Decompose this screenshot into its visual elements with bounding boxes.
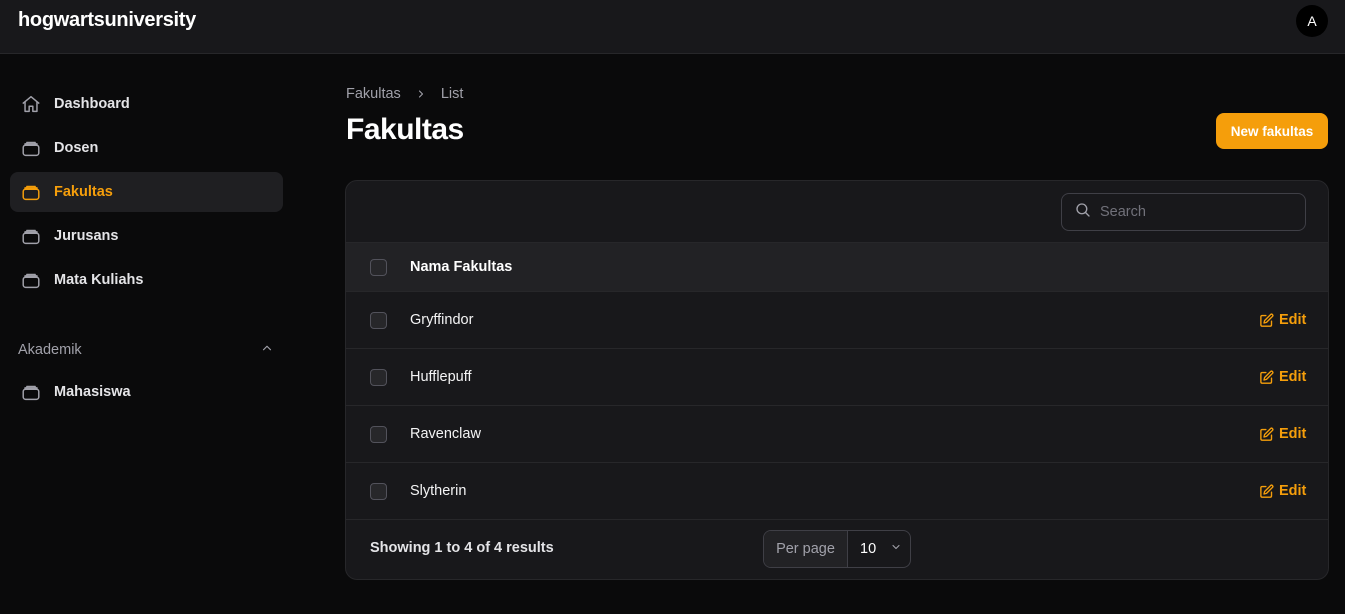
breadcrumb-item-fakultas[interactable]: Fakultas [346, 86, 401, 102]
breadcrumb: Fakultas List [346, 86, 463, 102]
edit-icon [1260, 427, 1274, 441]
edit-label: Edit [1279, 369, 1307, 385]
table-row[interactable]: Ravenclaw Edit [346, 406, 1328, 463]
sidebar-item-label: Fakultas [54, 184, 113, 200]
sidebar-item-label: Dosen [54, 140, 99, 156]
sidebar: Dashboard Dosen Fakultas Jurusans Mata K… [0, 54, 300, 614]
table-header: Nama Fakultas [346, 242, 1328, 292]
edit-label: Edit [1279, 483, 1307, 499]
home-icon [20, 93, 42, 115]
per-page-dropdown[interactable]: 10 [848, 531, 910, 567]
cell-nama-fakultas: Ravenclaw [410, 426, 481, 442]
edit-button[interactable]: Edit [1259, 426, 1306, 442]
sidebar-item-mata-kuliahs[interactable]: Mata Kuliahs [10, 260, 283, 300]
pagination-summary: Showing 1 to 4 of 4 results [370, 540, 554, 556]
edit-icon [1260, 313, 1274, 327]
per-page-select[interactable]: Per page 10 [763, 530, 911, 568]
edit-button[interactable]: Edit [1259, 483, 1306, 499]
collection-icon [20, 381, 42, 403]
search-icon [1074, 201, 1092, 224]
sidebar-item-dashboard[interactable]: Dashboard [10, 84, 283, 124]
sidebar-item-jurusans[interactable]: Jurusans [10, 216, 283, 256]
collection-icon [20, 181, 42, 203]
edit-label: Edit [1279, 426, 1307, 442]
sidebar-group-akademik[interactable]: Akademik [18, 340, 274, 360]
sidebar-item-fakultas[interactable]: Fakultas [10, 172, 283, 212]
row-checkbox[interactable] [370, 425, 387, 443]
brand-logo[interactable]: hogwartsuniversity [18, 9, 196, 32]
table-row[interactable]: Hufflepuff Edit [346, 349, 1328, 406]
cell-nama-fakultas: Slytherin [410, 483, 467, 499]
sidebar-group-label: Akademik [18, 342, 82, 358]
sidebar-item-label: Mahasiswa [54, 384, 131, 400]
per-page-value: 10 [860, 541, 877, 557]
collection-icon [20, 269, 42, 291]
per-page-label: Per page [764, 531, 848, 567]
edit-icon [1260, 370, 1274, 384]
top-bar: hogwartsuniversity A [0, 0, 1345, 54]
cell-nama-fakultas: Gryffindor [410, 312, 474, 328]
page-title: Fakultas [346, 113, 464, 146]
chevron-right-icon [415, 88, 427, 100]
sidebar-item-mahasiswa[interactable]: Mahasiswa [10, 372, 283, 412]
table-row[interactable]: Gryffindor Edit [346, 292, 1328, 349]
table-card: Nama Fakultas Gryffindor Edit Hufflepuff… [345, 180, 1329, 580]
breadcrumb-item-list: List [440, 86, 464, 102]
user-avatar[interactable]: A [1296, 5, 1328, 37]
chevron-up-icon[interactable] [260, 341, 274, 359]
edit-label: Edit [1279, 312, 1307, 328]
new-fakultas-button[interactable]: New fakultas [1216, 113, 1328, 149]
search-input[interactable] [1100, 204, 1290, 220]
search-field[interactable] [1061, 193, 1306, 231]
edit-button[interactable]: Edit [1259, 312, 1306, 328]
collection-icon [20, 137, 42, 159]
row-checkbox[interactable] [370, 368, 387, 386]
edit-button[interactable]: Edit [1259, 369, 1306, 385]
sidebar-item-label: Dashboard [54, 96, 130, 112]
sidebar-item-dosen[interactable]: Dosen [10, 128, 283, 168]
sidebar-item-label: Mata Kuliahs [54, 272, 144, 288]
collection-icon [20, 225, 42, 247]
row-checkbox[interactable] [370, 311, 387, 329]
cell-nama-fakultas: Hufflepuff [410, 369, 472, 385]
row-checkbox[interactable] [370, 482, 387, 500]
chevron-down-icon [890, 541, 902, 557]
edit-icon [1260, 484, 1274, 498]
column-header-nama-fakultas[interactable]: Nama Fakultas [410, 259, 512, 275]
select-all-checkbox[interactable] [370, 258, 387, 276]
sidebar-item-label: Jurusans [54, 228, 119, 244]
table-row[interactable]: Slytherin Edit [346, 463, 1328, 520]
